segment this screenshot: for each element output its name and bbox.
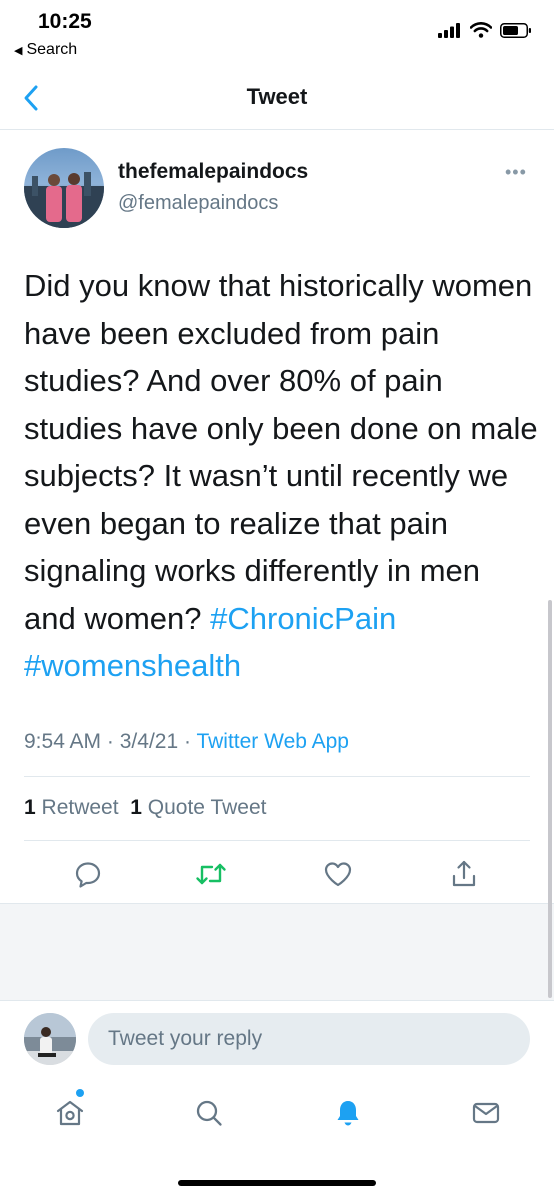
scrollbar[interactable] (548, 600, 552, 998)
heart-icon (324, 862, 352, 887)
author-display-name[interactable]: thefemalepaindocs (118, 160, 308, 184)
home-icon (56, 1100, 84, 1126)
reply-bar-divider (0, 1000, 554, 1001)
home-indicator[interactable] (178, 1180, 376, 1186)
hashtag-chronicpain[interactable]: #ChronicPain (210, 601, 396, 636)
back-to-search-link[interactable]: ◀ Search (14, 41, 77, 59)
tweet-body: Did you know that historically women hav… (24, 268, 538, 636)
tab-messages[interactable] (466, 1093, 506, 1133)
quotes-count: 1 (130, 796, 142, 819)
reply-button[interactable] (70, 856, 106, 892)
tab-search[interactable] (189, 1093, 229, 1133)
wifi-icon (470, 22, 492, 38)
meta-separator: · (106, 730, 114, 753)
tweet-stats: 1 Retweet 1 Quote Tweet (24, 796, 266, 820)
tweet-source-link[interactable]: Twitter Web App (196, 730, 349, 753)
header-divider (0, 129, 554, 130)
meta-divider (24, 776, 530, 777)
user-avatar (24, 1013, 76, 1065)
reply-icon (75, 862, 101, 888)
tweet-time: 9:54 AM (24, 730, 102, 753)
tab-notifications[interactable] (328, 1093, 368, 1133)
hashtag-womenshealth[interactable]: #womenshealth (24, 648, 241, 683)
home-notification-dot (76, 1089, 84, 1097)
avatar-photo (24, 172, 104, 228)
retweet-icon (196, 863, 226, 885)
stats-divider (24, 840, 530, 841)
user-avatar-photo (24, 1013, 76, 1065)
more-options-icon[interactable]: ••• (505, 162, 527, 183)
author-avatar[interactable] (24, 148, 104, 228)
share-icon (452, 860, 476, 887)
like-button[interactable] (320, 856, 356, 892)
search-icon (196, 1100, 222, 1126)
back-triangle-icon: ◀ (14, 44, 23, 57)
tweet-date: 3/4/21 (119, 730, 179, 753)
share-button[interactable] (446, 856, 482, 892)
author-handle[interactable]: @femalepaindocs (118, 192, 278, 215)
retweets-stat[interactable]: 1 Retweet (24, 796, 119, 819)
meta-separator: · (183, 730, 191, 753)
quotes-label: Quote Tweet (147, 796, 267, 819)
retweet-button[interactable] (193, 856, 229, 892)
page-title: Tweet (246, 84, 308, 109)
empty-replies-area (0, 904, 554, 1000)
battery-icon (500, 22, 531, 38)
signal-icon (438, 22, 460, 38)
tab-home[interactable] (50, 1093, 90, 1133)
tweet-text: Did you know that historically women hav… (24, 262, 539, 690)
retweets-count: 1 (24, 796, 36, 819)
back-to-search-label: Search (26, 41, 78, 58)
quotes-stat[interactable]: 1 Quote Tweet (130, 796, 266, 819)
messages-icon (472, 1102, 500, 1124)
reply-input[interactable] (88, 1013, 530, 1065)
notifications-icon (337, 1101, 359, 1126)
retweets-label: Retweet (41, 796, 119, 819)
status-time: 10:25 (38, 10, 92, 33)
tweet-meta: 9:54 AM · 3/4/21 · Twitter Web App (24, 730, 349, 754)
status-icons (438, 22, 532, 38)
